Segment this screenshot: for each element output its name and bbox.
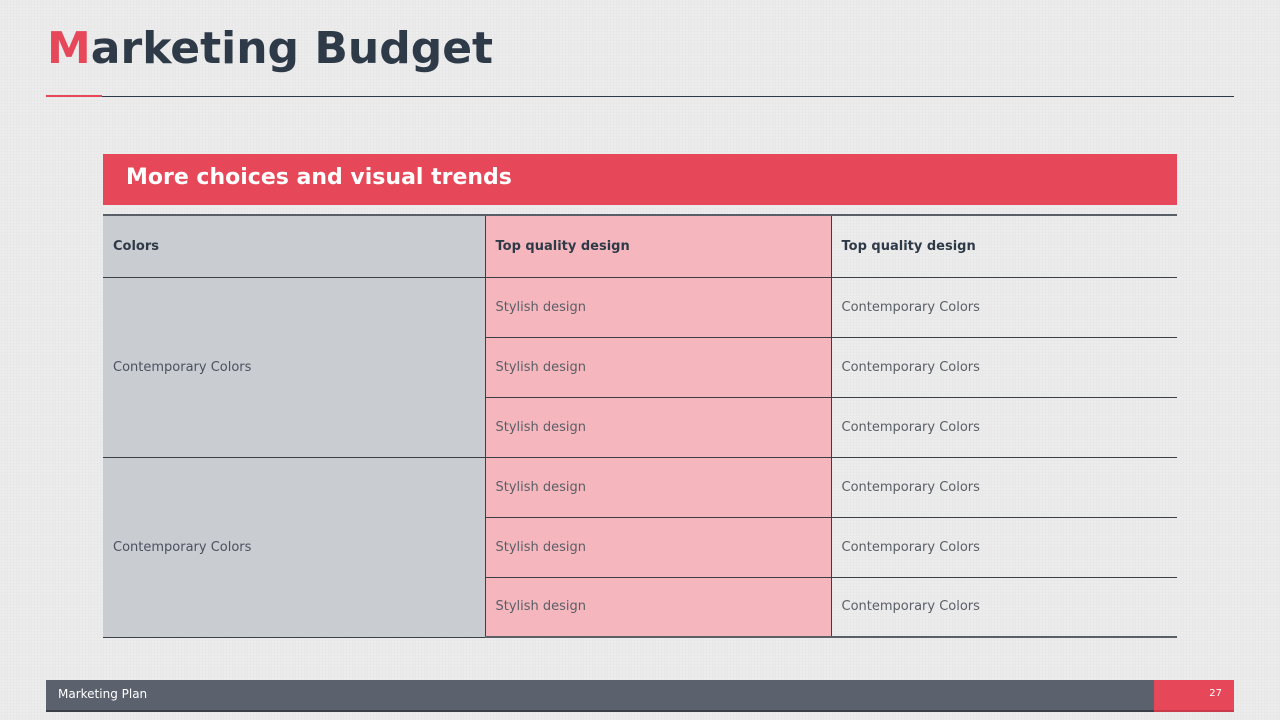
title-divider-accent <box>46 95 102 97</box>
table-cell: Stylish design <box>484 277 831 338</box>
table-cell: Stylish design <box>484 517 831 578</box>
table-cell: Contemporary Colors <box>830 397 1177 458</box>
table-cell: Contemporary Colors <box>830 337 1177 398</box>
table-header-row: Colors Top quality design Top quality de… <box>103 214 1177 278</box>
section-banner: More choices and visual trends <box>103 154 1177 205</box>
table-cell: Contemporary Colors <box>830 517 1177 578</box>
slide-title: Marketing Budget <box>47 20 493 78</box>
group-label: Contemporary Colors <box>103 277 485 458</box>
header-colors: Colors <box>103 214 485 278</box>
footer-label: Marketing Plan <box>58 687 148 701</box>
table-cell: Stylish design <box>484 397 831 458</box>
table-cell: Contemporary Colors <box>830 277 1177 338</box>
table-cell: Contemporary Colors <box>830 577 1177 638</box>
table-row: Contemporary Colors Stylish design Conte… <box>103 457 1177 638</box>
table-cell: Stylish design <box>484 577 831 638</box>
header-top-quality-1: Top quality design <box>484 214 831 278</box>
title-text: arketing Budget <box>90 23 494 74</box>
table-row: Contemporary Colors Stylish design Conte… <box>103 277 1177 458</box>
page-number: 27 <box>1209 688 1222 699</box>
title-accent-letter: M <box>47 23 91 74</box>
table-cell: Stylish design <box>484 337 831 398</box>
page-number-box: 27 <box>1154 680 1234 712</box>
group-label: Contemporary Colors <box>103 457 485 638</box>
table-cell: Stylish design <box>484 457 831 518</box>
budget-table: Colors Top quality design Top quality de… <box>103 214 1177 638</box>
title-divider <box>46 96 1234 97</box>
footer-bar: Marketing Plan <box>46 680 1154 712</box>
table-cell: Contemporary Colors <box>830 457 1177 518</box>
header-top-quality-2: Top quality design <box>830 214 1177 278</box>
